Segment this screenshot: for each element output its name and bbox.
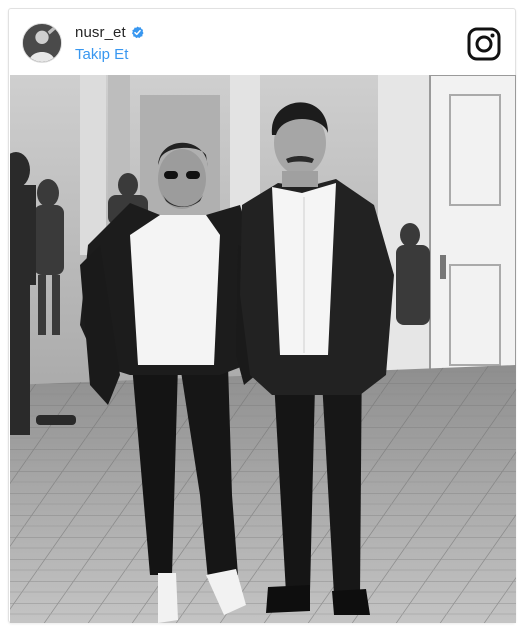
follow-link[interactable]: Takip Et <box>75 46 144 63</box>
post-header: nusr_et Takip Et <box>9 9 515 75</box>
username-row: nusr_et <box>75 22 144 42</box>
photo-illustration <box>10 75 516 623</box>
instagram-icon[interactable] <box>467 27 501 61</box>
post-photo[interactable] <box>10 75 516 623</box>
username[interactable]: nusr_et <box>75 24 126 41</box>
verified-badge-icon <box>131 25 144 39</box>
user-info: nusr_et Takip Et <box>75 22 144 63</box>
instagram-embed-card: nusr_et Takip Et <box>8 8 516 623</box>
avatar[interactable] <box>22 23 62 63</box>
